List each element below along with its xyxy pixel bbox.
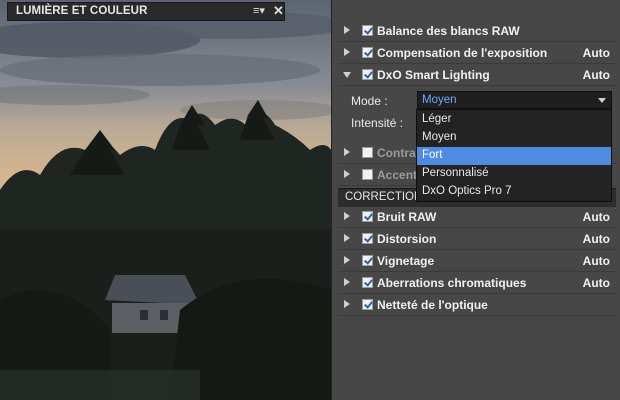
row-smart-lighting[interactable]: DxO Smart Lighting Auto xyxy=(338,65,616,86)
row-label: Distorsion xyxy=(377,232,437,246)
option-label: Léger xyxy=(422,113,452,125)
checkbox-aberrations-chromatiques[interactable] xyxy=(362,277,373,288)
dropdown-option-leger[interactable]: Léger xyxy=(417,111,611,129)
row-aberrations-chromatiques[interactable]: Aberrations chromatiques Auto xyxy=(338,273,616,294)
dropdown-option-dxo-optics-pro-7[interactable]: DxO Optics Pro 7 xyxy=(417,183,611,201)
checkbox-vignetage[interactable] xyxy=(362,255,373,266)
mode-select[interactable]: Moyen xyxy=(417,91,612,109)
checkbox-compensation-exposition[interactable] xyxy=(362,47,373,58)
expand-arrow-icon[interactable] xyxy=(344,256,350,264)
mode-dropdown-list: Léger Moyen Fort Personnalisé DxO Optics… xyxy=(416,109,612,202)
expand-arrow-icon[interactable] xyxy=(344,170,350,178)
intensity-label: Intensité : xyxy=(351,116,404,130)
row-label: Compensation de l'exposition xyxy=(377,46,548,60)
checkbox-smart-lighting[interactable] xyxy=(362,69,373,80)
checkbox-nettete-optique[interactable] xyxy=(362,299,373,310)
expand-arrow-icon[interactable] xyxy=(344,234,350,242)
auto-badge: Auto xyxy=(582,210,610,224)
auto-badge: Auto xyxy=(582,254,610,268)
row-label: Netteté de l'optique xyxy=(377,298,488,312)
chevron-down-icon[interactable] xyxy=(598,98,606,103)
row-nettete-optique[interactable]: Netteté de l'optique xyxy=(338,295,616,316)
expand-arrow-icon[interactable] xyxy=(344,300,350,308)
row-label: Aberrations chromatiques xyxy=(377,276,527,290)
row-compensation-exposition[interactable]: Compensation de l'exposition Auto xyxy=(338,43,616,64)
row-bruit-raw[interactable]: Bruit RAW Auto xyxy=(338,207,616,228)
checkbox-distorsion[interactable] xyxy=(362,233,373,244)
row-vignetage[interactable]: Vignetage Auto xyxy=(338,251,616,272)
option-label: DxO Optics Pro 7 xyxy=(422,185,512,197)
expand-arrow-icon[interactable] xyxy=(344,212,350,220)
panel-menu-icon[interactable]: ≡▾ xyxy=(253,4,265,17)
expand-arrow-icon[interactable] xyxy=(344,278,350,286)
panel-header: LUMIÈRE ET COULEUR ≡▾ ✕ xyxy=(7,2,285,21)
checkbox-balance-blancs[interactable] xyxy=(362,25,373,36)
checkbox-contraste[interactable] xyxy=(362,147,373,158)
row-distorsion[interactable]: Distorsion Auto xyxy=(338,229,616,250)
row-label: DxO Smart Lighting xyxy=(377,68,490,82)
option-label: Fort xyxy=(422,149,443,161)
expand-arrow-icon[interactable] xyxy=(344,48,350,56)
auto-badge: Auto xyxy=(582,46,610,60)
photo-preview xyxy=(0,0,331,400)
close-icon[interactable]: ✕ xyxy=(273,3,284,19)
dropdown-option-personnalise[interactable]: Personnalisé xyxy=(417,165,611,183)
option-label: Personnalisé xyxy=(422,167,489,179)
mode-select-value: Moyen xyxy=(422,94,457,106)
auto-badge: Auto xyxy=(582,68,610,82)
row-label: Vignetage xyxy=(377,254,435,268)
expand-arrow-icon[interactable] xyxy=(344,26,350,34)
expand-arrow-icon[interactable] xyxy=(344,148,350,156)
collapse-arrow-icon[interactable] xyxy=(343,72,351,78)
dropdown-option-fort[interactable]: Fort xyxy=(417,147,611,165)
dropdown-option-moyen[interactable]: Moyen xyxy=(417,129,611,147)
mode-label: Mode : xyxy=(351,94,388,108)
row-label: Balance des blancs RAW xyxy=(377,24,520,38)
row-label: Bruit RAW xyxy=(377,210,437,224)
checkbox-accentuation[interactable] xyxy=(362,169,373,180)
option-label: Moyen xyxy=(422,131,457,143)
checkbox-bruit-raw[interactable] xyxy=(362,211,373,222)
panel-title: LUMIÈRE ET COULEUR xyxy=(16,5,148,17)
auto-badge: Auto xyxy=(582,276,610,290)
auto-badge: Auto xyxy=(582,232,610,246)
row-balance-blancs[interactable]: Balance des blancs RAW xyxy=(338,21,616,42)
